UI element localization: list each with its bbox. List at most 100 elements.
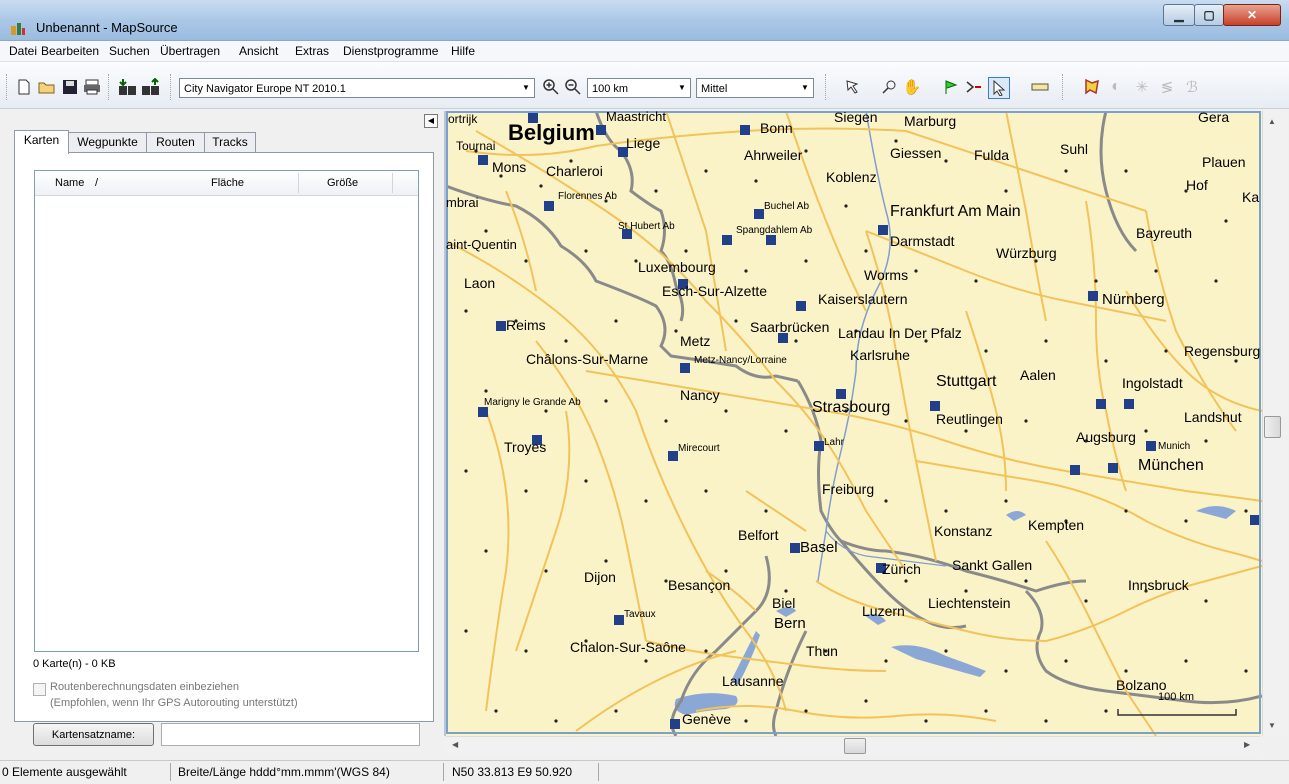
mapset-name-input[interactable] bbox=[161, 723, 420, 746]
tab-tracks[interactable]: Tracks bbox=[204, 132, 256, 152]
map-label: Nancy bbox=[680, 387, 720, 403]
title-bar[interactable]: Unbenannt - MapSource ▁ ▢ ✕ bbox=[0, 0, 1289, 41]
map-product-value: City Navigator Europe NT 2010.1 bbox=[184, 83, 346, 95]
map-label: aint-Quentin bbox=[446, 237, 517, 252]
menu-ansicht[interactable]: Ansicht bbox=[239, 44, 278, 58]
measure-tool-button[interactable] bbox=[1030, 77, 1050, 97]
column-flaeche[interactable]: Fläche bbox=[211, 177, 244, 189]
map-label: Genève bbox=[682, 711, 732, 727]
map-label: Bern bbox=[774, 615, 806, 632]
zoom-level-select[interactable]: 100 km ▼ bbox=[587, 78, 691, 98]
map-vertical-scrollbar[interactable]: ▲ ▼ bbox=[1262, 111, 1281, 736]
mapsource-window: Unbenannt - MapSource ▁ ▢ ✕ Datei Bearbe… bbox=[0, 0, 1289, 784]
mapset-tool-button[interactable] bbox=[1082, 77, 1102, 97]
zoom-in-button[interactable] bbox=[541, 77, 561, 97]
hand-tool-button[interactable]: ✋ bbox=[902, 77, 922, 97]
map-label: Konstanz bbox=[934, 523, 993, 539]
map-label: Biel bbox=[772, 595, 796, 611]
route-icon bbox=[966, 81, 981, 93]
routing-data-checkbox[interactable] bbox=[33, 683, 46, 696]
send-to-device-button[interactable] bbox=[141, 77, 161, 97]
status-bar: 0 Elemente ausgewählt Breite/Länge hddd°… bbox=[0, 760, 1289, 784]
map-label: Lahr bbox=[824, 437, 845, 448]
disabled-tool-4[interactable]: ℬ bbox=[1182, 77, 1202, 97]
map-label: Tavaux bbox=[624, 609, 656, 620]
sort-indicator: / bbox=[95, 177, 99, 189]
disabled-tool-icon: ✳ bbox=[1135, 79, 1149, 96]
disabled-tool-2[interactable]: ✳ bbox=[1132, 77, 1152, 97]
menu-uebertragen[interactable]: Übertragen bbox=[160, 44, 220, 58]
menu-hilfe[interactable]: Hilfe bbox=[451, 44, 475, 58]
map-label: Marburg bbox=[904, 113, 957, 129]
horizontal-scroll-thumb[interactable] bbox=[844, 738, 866, 754]
map-label: München bbox=[1138, 457, 1204, 474]
map-label: Freiburg bbox=[822, 481, 875, 497]
map-label: Marigny le Grande Ab bbox=[484, 397, 581, 408]
menu-dienstprogramme[interactable]: Dienstprogramme bbox=[343, 44, 438, 58]
map-label: Siegen bbox=[834, 111, 878, 125]
selection-tool-button[interactable] bbox=[988, 77, 1010, 99]
map-label: Besançon bbox=[668, 577, 731, 593]
menu-suchen[interactable]: Suchen bbox=[109, 44, 150, 58]
print-icon bbox=[84, 79, 100, 95]
open-file-button[interactable] bbox=[37, 77, 57, 97]
mapset-name-button[interactable]: Kartensatzname: bbox=[33, 723, 154, 746]
menu-datei[interactable]: Datei bbox=[9, 44, 37, 58]
map-label: ortrijk bbox=[448, 112, 478, 126]
waypoint-tool-button[interactable] bbox=[941, 77, 961, 97]
tab-routen[interactable]: Routen bbox=[146, 132, 205, 152]
chevron-down-icon[interactable]: ▼ bbox=[1268, 721, 1276, 730]
chevron-left-icon[interactable]: ◀ bbox=[452, 740, 458, 749]
chevron-down-icon: ▼ bbox=[678, 83, 686, 92]
menu-bar: Datei Bearbeiten Suchen Übertragen Ansic… bbox=[0, 41, 1289, 62]
disabled-tool-icon: ≶ bbox=[1160, 79, 1174, 96]
column-groesse[interactable]: Größe bbox=[327, 177, 358, 189]
print-button[interactable] bbox=[82, 77, 102, 97]
tab-karten[interactable]: Karten bbox=[14, 130, 69, 154]
ruler-icon bbox=[1031, 83, 1049, 91]
map-horizontal-scrollbar[interactable]: ◀ ▶ bbox=[446, 736, 1260, 754]
map-label: Worms bbox=[864, 267, 909, 283]
open-folder-icon bbox=[38, 82, 55, 94]
app-icon bbox=[11, 23, 25, 35]
map-label: Buchel Ab bbox=[764, 201, 810, 212]
tab-wegpunkte[interactable]: Wegpunkte bbox=[68, 132, 147, 152]
map-product-select[interactable]: City Navigator Europe NT 2010.1 ▼ bbox=[179, 78, 535, 98]
map-label: Innsbruck bbox=[1128, 577, 1189, 593]
map-label: Plauen bbox=[1202, 154, 1246, 170]
disabled-tool-3[interactable]: ≶ bbox=[1157, 77, 1177, 97]
zoom-out-button[interactable] bbox=[563, 77, 583, 97]
close-button[interactable]: ✕ bbox=[1223, 4, 1281, 26]
maximize-button[interactable]: ▢ bbox=[1194, 4, 1224, 26]
map-tool-button[interactable] bbox=[842, 77, 862, 97]
zoom-tool-button[interactable] bbox=[880, 77, 900, 97]
disabled-tool-1[interactable]: ◐ bbox=[1106, 77, 1126, 97]
new-file-icon bbox=[18, 79, 30, 95]
new-file-button[interactable] bbox=[14, 77, 34, 97]
map-label: Ingolstadt bbox=[1122, 375, 1183, 391]
menu-bearbeiten[interactable]: Bearbeiten bbox=[41, 44, 99, 58]
map-view[interactable]: Belgium Maastricht Bonn Siegen Marburg G… bbox=[444, 111, 1262, 736]
map-label: Laon bbox=[464, 275, 496, 291]
receive-from-device-button[interactable] bbox=[118, 77, 138, 97]
map-label: Reutlingen bbox=[936, 411, 1003, 427]
map-label: Frankfurt Am Main bbox=[890, 203, 1021, 220]
map-label: Kempten bbox=[1028, 517, 1085, 533]
save-button[interactable] bbox=[60, 77, 80, 97]
map-label: Florennes Ab bbox=[558, 191, 617, 202]
maps-list[interactable]: Name / Fläche Größe bbox=[34, 170, 419, 652]
column-name[interactable]: Name bbox=[55, 177, 84, 189]
map-label: Munich bbox=[1158, 441, 1191, 452]
minimize-button[interactable]: ▁ bbox=[1163, 4, 1195, 26]
chevron-up-icon[interactable]: ▲ bbox=[1268, 117, 1276, 126]
map-label: Landau In Der Pfalz bbox=[838, 325, 962, 341]
chevron-right-icon[interactable]: ▶ bbox=[1244, 740, 1250, 749]
map-tool-icon bbox=[846, 80, 859, 94]
vertical-scroll-thumb[interactable] bbox=[1264, 416, 1281, 438]
map-label: Nürnberg bbox=[1102, 291, 1165, 308]
menu-extras[interactable]: Extras bbox=[295, 44, 329, 58]
collapse-panel-button[interactable]: ◀ bbox=[424, 114, 438, 128]
route-tool-button[interactable] bbox=[964, 77, 984, 97]
detail-level-select[interactable]: Mittel ▼ bbox=[696, 78, 814, 98]
coordinate-format: Breite/Länge hddd°mm.mmm'(WGS 84) bbox=[178, 765, 390, 779]
